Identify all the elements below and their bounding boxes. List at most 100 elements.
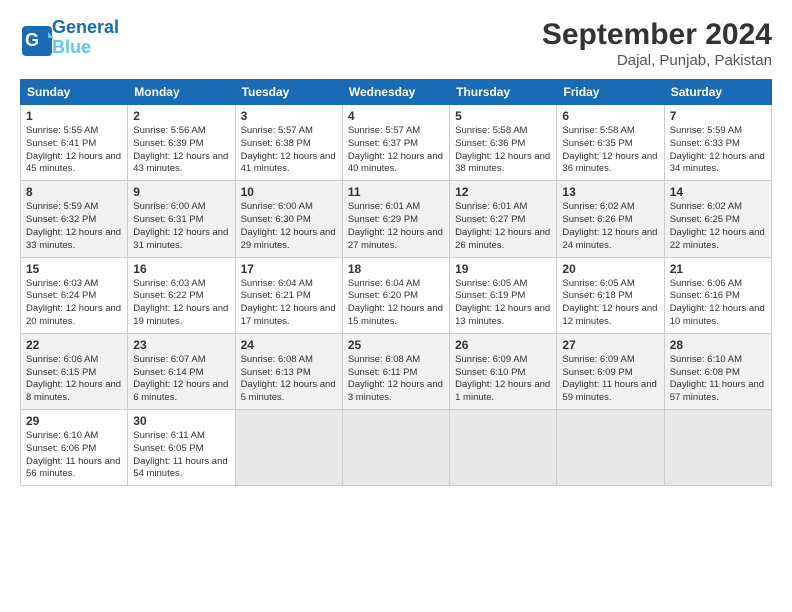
day-info: Sunrise: 6:01 AM Sunset: 6:27 PM Dayligh… <box>455 201 551 252</box>
day-number: 7 <box>670 109 766 123</box>
calendar-cell: 25 Sunrise: 6:08 AM Sunset: 6:11 PM Dayl… <box>342 333 449 409</box>
calendar-cell: 24 Sunrise: 6:08 AM Sunset: 6:13 PM Dayl… <box>235 333 342 409</box>
day-number: 28 <box>670 338 766 352</box>
calendar-table: Sunday Monday Tuesday Wednesday Thursday… <box>20 79 772 486</box>
day-info: Sunrise: 6:02 AM Sunset: 6:26 PM Dayligh… <box>562 201 658 252</box>
calendar-cell: 23 Sunrise: 6:07 AM Sunset: 6:14 PM Dayl… <box>128 333 235 409</box>
calendar-cell: 5 Sunrise: 5:58 AM Sunset: 6:36 PM Dayli… <box>450 105 557 181</box>
calendar-cell: 14 Sunrise: 6:02 AM Sunset: 6:25 PM Dayl… <box>664 181 771 257</box>
calendar-cell: 13 Sunrise: 6:02 AM Sunset: 6:26 PM Dayl… <box>557 181 664 257</box>
calendar-cell: 9 Sunrise: 6:00 AM Sunset: 6:31 PM Dayli… <box>128 181 235 257</box>
day-number: 30 <box>133 414 229 428</box>
day-info: Sunrise: 6:09 AM Sunset: 6:09 PM Dayligh… <box>562 354 658 405</box>
day-number: 14 <box>670 185 766 199</box>
day-info: Sunrise: 6:05 AM Sunset: 6:19 PM Dayligh… <box>455 278 551 329</box>
day-info: Sunrise: 5:57 AM Sunset: 6:38 PM Dayligh… <box>241 125 337 176</box>
col-tuesday: Tuesday <box>235 80 342 105</box>
calendar-cell: 4 Sunrise: 5:57 AM Sunset: 6:37 PM Dayli… <box>342 105 449 181</box>
title-block: September 2024 Dajal, Punjab, Pakistan <box>542 18 772 69</box>
calendar-cell <box>450 410 557 486</box>
day-info: Sunrise: 6:01 AM Sunset: 6:29 PM Dayligh… <box>348 201 444 252</box>
day-info: Sunrise: 6:07 AM Sunset: 6:14 PM Dayligh… <box>133 354 229 405</box>
day-info: Sunrise: 6:11 AM Sunset: 6:05 PM Dayligh… <box>133 430 229 481</box>
day-number: 12 <box>455 185 551 199</box>
calendar-cell: 22 Sunrise: 6:06 AM Sunset: 6:15 PM Dayl… <box>21 333 128 409</box>
calendar-cell: 20 Sunrise: 6:05 AM Sunset: 6:18 PM Dayl… <box>557 257 664 333</box>
svg-text:G: G <box>25 30 39 50</box>
day-info: Sunrise: 6:08 AM Sunset: 6:13 PM Dayligh… <box>241 354 337 405</box>
day-number: 10 <box>241 185 337 199</box>
day-number: 1 <box>26 109 122 123</box>
calendar-cell: 15 Sunrise: 6:03 AM Sunset: 6:24 PM Dayl… <box>21 257 128 333</box>
page-subtitle: Dajal, Punjab, Pakistan <box>542 52 772 69</box>
calendar-cell: 16 Sunrise: 6:03 AM Sunset: 6:22 PM Dayl… <box>128 257 235 333</box>
logo-line2: Blue <box>52 37 91 57</box>
logo: G General Blue <box>20 18 119 58</box>
calendar-cell: 17 Sunrise: 6:04 AM Sunset: 6:21 PM Dayl… <box>235 257 342 333</box>
calendar-cell <box>664 410 771 486</box>
day-info: Sunrise: 5:59 AM Sunset: 6:33 PM Dayligh… <box>670 125 766 176</box>
calendar-cell: 19 Sunrise: 6:05 AM Sunset: 6:19 PM Dayl… <box>450 257 557 333</box>
day-number: 16 <box>133 262 229 276</box>
calendar-cell: 11 Sunrise: 6:01 AM Sunset: 6:29 PM Dayl… <box>342 181 449 257</box>
day-number: 20 <box>562 262 658 276</box>
day-info: Sunrise: 6:10 AM Sunset: 6:06 PM Dayligh… <box>26 430 122 481</box>
day-number: 6 <box>562 109 658 123</box>
calendar-cell <box>342 410 449 486</box>
calendar-cell: 3 Sunrise: 5:57 AM Sunset: 6:38 PM Dayli… <box>235 105 342 181</box>
day-info: Sunrise: 6:04 AM Sunset: 6:20 PM Dayligh… <box>348 278 444 329</box>
calendar-week-4: 22 Sunrise: 6:06 AM Sunset: 6:15 PM Dayl… <box>21 333 772 409</box>
calendar-cell: 27 Sunrise: 6:09 AM Sunset: 6:09 PM Dayl… <box>557 333 664 409</box>
day-info: Sunrise: 5:58 AM Sunset: 6:35 PM Dayligh… <box>562 125 658 176</box>
col-sunday: Sunday <box>21 80 128 105</box>
calendar-cell: 21 Sunrise: 6:06 AM Sunset: 6:16 PM Dayl… <box>664 257 771 333</box>
day-number: 25 <box>348 338 444 352</box>
logo-text: General Blue <box>52 18 119 58</box>
page: G General Blue September 2024 Dajal, Pun… <box>0 0 792 612</box>
calendar-week-1: 1 Sunrise: 5:55 AM Sunset: 6:41 PM Dayli… <box>21 105 772 181</box>
col-monday: Monday <box>128 80 235 105</box>
day-number: 9 <box>133 185 229 199</box>
header-row: Sunday Monday Tuesday Wednesday Thursday… <box>21 80 772 105</box>
day-number: 5 <box>455 109 551 123</box>
day-number: 24 <box>241 338 337 352</box>
day-number: 13 <box>562 185 658 199</box>
calendar-cell: 12 Sunrise: 6:01 AM Sunset: 6:27 PM Dayl… <box>450 181 557 257</box>
col-saturday: Saturday <box>664 80 771 105</box>
calendar-cell: 28 Sunrise: 6:10 AM Sunset: 6:08 PM Dayl… <box>664 333 771 409</box>
header: G General Blue September 2024 Dajal, Pun… <box>20 18 772 69</box>
page-title: September 2024 <box>542 18 772 52</box>
day-info: Sunrise: 5:57 AM Sunset: 6:37 PM Dayligh… <box>348 125 444 176</box>
calendar-week-2: 8 Sunrise: 5:59 AM Sunset: 6:32 PM Dayli… <box>21 181 772 257</box>
calendar-cell <box>235 410 342 486</box>
calendar-cell: 29 Sunrise: 6:10 AM Sunset: 6:06 PM Dayl… <box>21 410 128 486</box>
calendar-cell: 26 Sunrise: 6:09 AM Sunset: 6:10 PM Dayl… <box>450 333 557 409</box>
day-info: Sunrise: 6:03 AM Sunset: 6:24 PM Dayligh… <box>26 278 122 329</box>
day-info: Sunrise: 6:10 AM Sunset: 6:08 PM Dayligh… <box>670 354 766 405</box>
day-info: Sunrise: 6:03 AM Sunset: 6:22 PM Dayligh… <box>133 278 229 329</box>
logo-icon: G <box>20 24 48 52</box>
day-number: 3 <box>241 109 337 123</box>
day-number: 15 <box>26 262 122 276</box>
col-friday: Friday <box>557 80 664 105</box>
day-info: Sunrise: 6:02 AM Sunset: 6:25 PM Dayligh… <box>670 201 766 252</box>
day-number: 11 <box>348 185 444 199</box>
day-number: 8 <box>26 185 122 199</box>
day-number: 17 <box>241 262 337 276</box>
calendar-cell: 2 Sunrise: 5:56 AM Sunset: 6:39 PM Dayli… <box>128 105 235 181</box>
day-number: 26 <box>455 338 551 352</box>
calendar-cell: 7 Sunrise: 5:59 AM Sunset: 6:33 PM Dayli… <box>664 105 771 181</box>
day-info: Sunrise: 6:06 AM Sunset: 6:15 PM Dayligh… <box>26 354 122 405</box>
day-info: Sunrise: 5:56 AM Sunset: 6:39 PM Dayligh… <box>133 125 229 176</box>
day-info: Sunrise: 6:05 AM Sunset: 6:18 PM Dayligh… <box>562 278 658 329</box>
day-number: 22 <box>26 338 122 352</box>
day-info: Sunrise: 6:06 AM Sunset: 6:16 PM Dayligh… <box>670 278 766 329</box>
calendar-cell: 6 Sunrise: 5:58 AM Sunset: 6:35 PM Dayli… <box>557 105 664 181</box>
day-info: Sunrise: 6:08 AM Sunset: 6:11 PM Dayligh… <box>348 354 444 405</box>
day-number: 21 <box>670 262 766 276</box>
col-wednesday: Wednesday <box>342 80 449 105</box>
day-number: 2 <box>133 109 229 123</box>
day-info: Sunrise: 6:00 AM Sunset: 6:31 PM Dayligh… <box>133 201 229 252</box>
day-info: Sunrise: 6:04 AM Sunset: 6:21 PM Dayligh… <box>241 278 337 329</box>
calendar-cell: 18 Sunrise: 6:04 AM Sunset: 6:20 PM Dayl… <box>342 257 449 333</box>
